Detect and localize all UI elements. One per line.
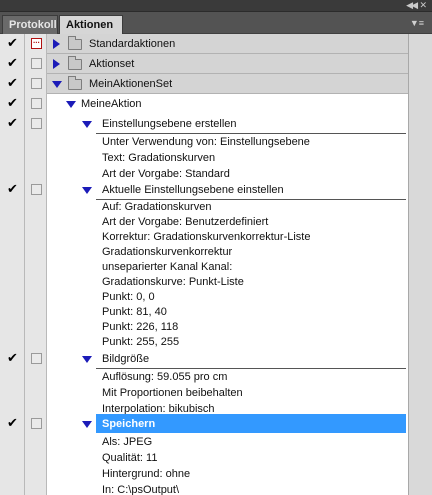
step-detail-line: Text: Gradationskurven <box>102 152 216 164</box>
step-details: Unter Verwendung von: Einstellungsebene … <box>0 134 408 182</box>
checkmark-icon[interactable]: ✔ <box>7 352 20 365</box>
panel-tab-bar: Protokoll Aktionen ▼≡ <box>0 12 432 34</box>
step-detail-line: Auf: Gradationskurven <box>102 201 212 213</box>
step-row[interactable]: ✔ Aktuelle Einstellungsebene einstellen <box>0 180 408 200</box>
step-details: Als: JPEG Qualität: 11 Hintergrund: ohne… <box>0 434 408 495</box>
step-detail-line: Art der Vorgabe: Standard <box>102 168 230 180</box>
step-detail-line: Korrektur: Gradationskurvenkorrektur-Lis… <box>102 231 311 243</box>
step-row[interactable]: ✔ Einstellungsebene erstellen <box>0 114 408 134</box>
checkmark-icon[interactable]: ✔ <box>7 117 20 130</box>
action-set-row[interactable]: ✔ Aktionset <box>0 54 408 74</box>
checkmark-icon[interactable]: ✔ <box>7 183 20 196</box>
close-x-icon[interactable]: ✕ <box>419 1 427 11</box>
step-label: Aktuelle Einstellungsebene einstellen <box>102 184 284 196</box>
dialog-toggle-icon[interactable] <box>31 58 42 69</box>
set-label: Standardaktionen <box>89 38 176 50</box>
step-detail-line: Punkt: 81, 40 <box>102 306 167 318</box>
expand-triangle-icon[interactable] <box>53 59 60 69</box>
folder-icon <box>68 36 82 50</box>
expand-triangle-icon[interactable] <box>53 39 60 49</box>
step-label: Speichern <box>102 418 156 430</box>
action-set-row[interactable]: ✔ Standardaktionen <box>0 34 408 54</box>
collapse-triangle-icon[interactable] <box>82 187 92 194</box>
toggle-item-column[interactable]: ✔ <box>0 34 25 54</box>
collapse-triangle-icon[interactable] <box>82 421 92 428</box>
step-detail-line: Qualität: 11 <box>102 452 158 464</box>
collapse-triangle-icon[interactable] <box>82 121 92 128</box>
set-label: Aktionset <box>89 58 135 70</box>
step-detail-line: Mit Proportionen beibehalten <box>102 387 243 399</box>
dialog-toggle-icon[interactable] <box>31 418 42 429</box>
step-detail-line: Punkt: 255, 255 <box>102 336 180 348</box>
collapse-triangle-icon[interactable] <box>66 101 76 108</box>
collapse-triangle-icon[interactable] <box>82 356 92 363</box>
step-detail-line: Unter Verwendung von: Einstellungsebene <box>102 136 310 148</box>
step-detail-line: In: C:\psOutput\ <box>102 484 180 495</box>
dialog-toggle-icon[interactable] <box>31 98 42 109</box>
step-detail-line: Gradationskurvenkorrektur <box>102 246 233 258</box>
tab-aktionen[interactable]: Aktionen <box>59 15 123 34</box>
step-detail-line: Gradationskurve: Punkt-Liste <box>102 276 244 288</box>
action-row[interactable]: ✔ MeineAktion <box>0 94 408 114</box>
dialog-toggle-icon[interactable] <box>31 353 42 364</box>
step-row-selected[interactable]: ✔ Speichern <box>0 414 408 434</box>
action-label: MeineAktion <box>81 98 142 110</box>
dialog-toggle-icon[interactable] <box>31 184 42 195</box>
scrollbar[interactable] <box>408 34 432 495</box>
step-detail-line: Punkt: 0, 0 <box>102 291 155 303</box>
actions-list: ✔ Standardaktionen ✔ Aktionset ✔ MeinAkt… <box>0 34 408 495</box>
action-set-row[interactable]: ✔ MeinAktionenSet <box>0 74 408 94</box>
step-detail-line: Art der Vorgabe: Benutzerdefiniert <box>102 216 269 228</box>
dialog-toggle-icon[interactable] <box>31 78 42 89</box>
checkmark-icon[interactable]: ✔ <box>7 97 20 110</box>
step-detail-line: unseparierter Kanal Kanal: <box>102 261 233 273</box>
step-label: Einstellungsebene erstellen <box>102 118 237 130</box>
step-row[interactable]: ✔ Bildgröße <box>0 349 408 369</box>
checkmark-icon[interactable]: ✔ <box>7 77 20 90</box>
step-detail-line: Hintergrund: ohne <box>102 468 191 480</box>
checkmark-icon[interactable]: ✔ <box>7 57 20 70</box>
tab-protokoll[interactable]: Protokoll <box>2 15 58 34</box>
step-detail-line: Punkt: 226, 118 <box>102 321 179 333</box>
folder-icon <box>68 76 82 90</box>
panel-top-strip: ◀◀ ✕ <box>0 0 432 12</box>
step-detail-line: Auflösung: 59.055 pro cm <box>102 371 228 383</box>
checkmark-icon[interactable]: ✔ <box>7 37 20 50</box>
step-detail-line: Als: JPEG <box>102 436 153 448</box>
double-chevron-left-icon[interactable]: ◀◀ <box>406 1 418 11</box>
panel-menu-icon[interactable]: ▼≡ <box>408 18 424 28</box>
toggle-dialog-column[interactable] <box>25 34 47 54</box>
folder-icon <box>68 56 82 70</box>
checkmark-icon[interactable]: ✔ <box>7 417 20 430</box>
step-details: Auflösung: 59.055 pro cm Mit Proportione… <box>0 369 408 417</box>
step-details: Auf: Gradationskurven Art der Vorgabe: B… <box>0 200 408 350</box>
collapse-triangle-icon[interactable] <box>52 81 62 88</box>
step-label: Bildgröße <box>102 353 150 365</box>
dialog-toggle-icon[interactable] <box>31 118 42 129</box>
dialog-toggle-icon[interactable] <box>31 36 42 49</box>
set-label: MeinAktionenSet <box>89 78 173 90</box>
